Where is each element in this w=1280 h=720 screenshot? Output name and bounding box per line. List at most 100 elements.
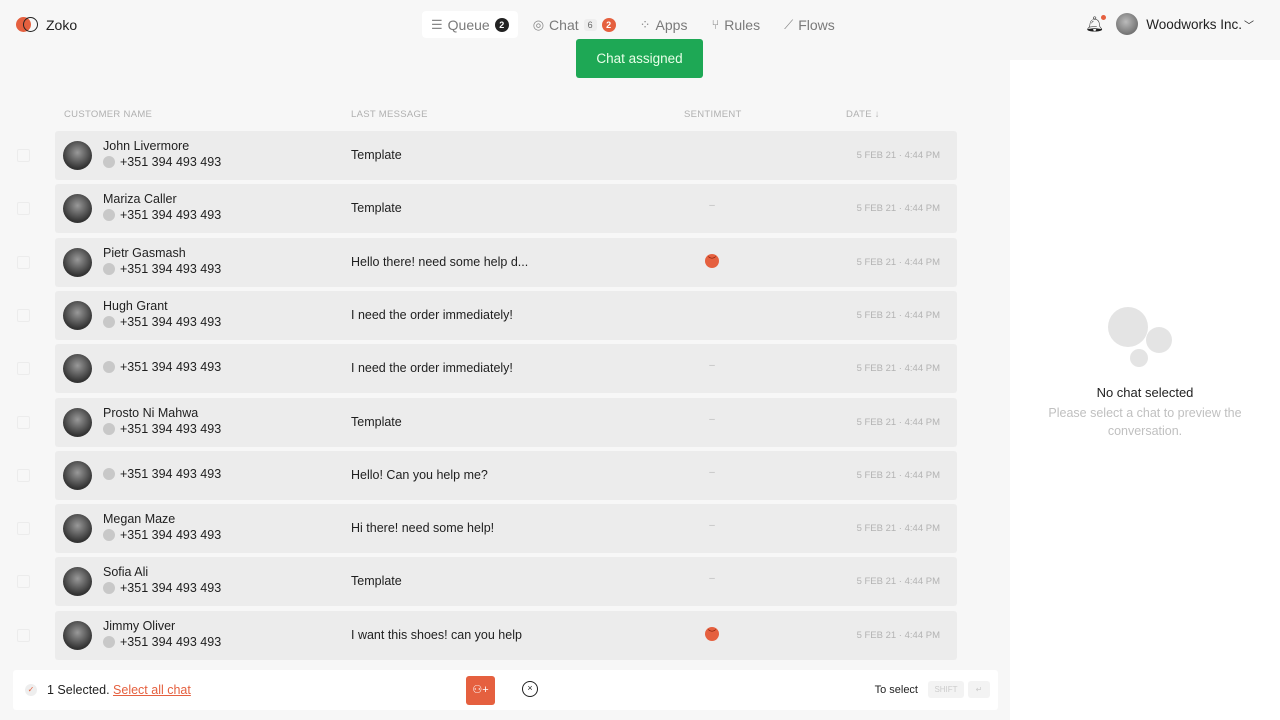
last-message: Template [351, 148, 402, 162]
table-row[interactable]: Jimmy Oliver +351 394 493 493 I want thi… [55, 610, 957, 660]
notification-bell-icon[interactable]: 🔔︎ [1085, 15, 1107, 33]
row-checkbox[interactable] [17, 255, 30, 269]
logo[interactable]: Zoko [16, 16, 77, 33]
row-checkbox[interactable] [17, 575, 30, 589]
message-date: 5 FEB 21 · 4:44 PM [856, 203, 940, 215]
customer-phone: +351 394 493 493 [103, 315, 221, 329]
table-row[interactable]: Megan Maze +351 394 493 493 Hi there! ne… [55, 504, 957, 554]
header-last-message[interactable]: LAST MESSAGE [351, 109, 428, 120]
nav-apps[interactable]: ⁘ Apps [631, 11, 697, 38]
sentiment-value [705, 307, 719, 321]
avatar [1116, 13, 1139, 35]
row-checkbox[interactable] [17, 468, 30, 482]
nav-chat[interactable]: ◎ Chat 6 2 [524, 11, 625, 38]
customer-phone: +351 394 493 493 [103, 262, 221, 276]
message-date: 5 FEB 21 · 4:44 PM [856, 150, 940, 161]
customer-name: John Livermore [103, 139, 190, 153]
sentiment-value: – [709, 520, 715, 532]
table-row[interactable]: +351 394 493 493 Hello! Can you help me?… [55, 450, 957, 500]
sentiment-value: – [709, 573, 715, 585]
table-row[interactable]: Mariza Caller +351 394 493 493 Template … [55, 184, 957, 234]
customer-name: Mariza Caller [103, 192, 177, 207]
close-chat-button[interactable]: × [522, 681, 538, 697]
avatar [63, 460, 92, 490]
customer-phone: +351 394 493 493 [103, 422, 221, 436]
empty-state-title: No chat selected [1096, 385, 1194, 400]
table-row[interactable]: +351 394 493 493 I need the order immedi… [55, 344, 957, 394]
apps-icon: ⁘ [639, 16, 651, 32]
last-message: I need the order immediately! [351, 361, 513, 376]
header-sentiment[interactable]: SENTIMENT [684, 109, 742, 120]
row-checkbox[interactable] [17, 628, 30, 642]
chat-badge: 2 [601, 17, 616, 32]
row-checkbox[interactable] [17, 149, 30, 162]
table-row[interactable]: Prosto Ni Mahwa +351 394 493 493 Templat… [55, 397, 957, 447]
nav-flows[interactable]: ⟋ Flows [775, 11, 844, 38]
avatar [63, 141, 92, 170]
phone-number: +351 394 493 493 [120, 261, 222, 276]
table-row[interactable]: Pietr Gasmash +351 394 493 493 Hello the… [55, 237, 957, 287]
nav-queue[interactable]: ☰ Queue 2 [422, 11, 518, 38]
app-name: Zoko [46, 16, 78, 33]
enter-key: ↵ [968, 681, 990, 698]
nav-label: Queue [447, 16, 490, 33]
angry-face-icon: ︶ [705, 253, 719, 268]
phone-number: +351 394 493 493 [120, 466, 222, 481]
customer-phone: +351 394 493 493 [103, 208, 221, 222]
header-customer-name[interactable]: CUSTOMER NAME [64, 109, 152, 120]
select-all-link[interactable]: Select all chat [113, 683, 191, 697]
phone-number: +351 394 493 493 [120, 155, 222, 169]
last-message: Hello there! need some help d... [351, 254, 529, 269]
whatsapp-icon [103, 635, 115, 648]
phone-number: +351 394 493 493 [120, 421, 222, 436]
message-date: 5 FEB 21 · 4:44 PM [856, 309, 940, 321]
row-checkbox[interactable] [17, 308, 30, 322]
customer-name: Megan Maze [103, 512, 176, 527]
header-date[interactable]: DATE ↓ [846, 109, 880, 120]
whatsapp-icon [103, 361, 115, 374]
sentiment-value: – [709, 360, 715, 372]
selected-check-icon[interactable]: ✓ [25, 684, 37, 696]
message-date: 5 FEB 21 · 4:44 PM [856, 256, 940, 268]
last-message: Hello! Can you help me? [351, 467, 488, 482]
whatsapp-icon [103, 315, 115, 328]
last-message: Hi there! need some help! [351, 521, 495, 536]
avatar [63, 567, 92, 597]
sentiment-value: – [709, 413, 715, 425]
chat-count: 6 [583, 18, 597, 31]
customer-phone: +351 394 493 493 [103, 155, 221, 169]
whatsapp-icon [103, 467, 115, 480]
table-row[interactable]: Sofia Ali +351 394 493 493 Template – 5 … [55, 557, 957, 607]
avatar [63, 247, 92, 277]
row-checkbox[interactable] [17, 522, 30, 536]
whatsapp-icon [103, 262, 115, 275]
account-name: Woodworks Inc. [1146, 16, 1242, 32]
chat-icon: ◎ [532, 16, 545, 32]
avatar [63, 620, 92, 650]
empty-state-subtitle: Please select a chat to preview the conv… [1048, 406, 1242, 438]
nav-rules[interactable]: ⑂ Rules [702, 11, 769, 38]
customer-name: Sofia Ali [103, 565, 149, 580]
chat-preview-panel: No chat selected Please select a chat to… [1010, 60, 1280, 720]
flows-icon: ⟋ [784, 16, 794, 32]
avatar [63, 300, 92, 330]
sentiment-value: – [709, 200, 715, 212]
account-menu[interactable]: Woodworks Inc. ﹀ [1116, 13, 1254, 35]
message-date: 5 FEB 21 · 4:44 PM [856, 523, 940, 535]
table-row[interactable]: Hugh Grant +351 394 493 493 I need the o… [55, 290, 957, 340]
avatar [63, 194, 92, 224]
row-checkbox[interactable] [17, 415, 30, 429]
last-message: Template [351, 574, 402, 589]
notification-dot [1101, 15, 1107, 20]
whatsapp-icon [103, 156, 115, 168]
assign-user-button[interactable]: ⚇+ [466, 676, 495, 705]
row-checkbox[interactable] [17, 202, 30, 216]
customer-phone: +351 394 493 493 [103, 467, 221, 481]
rules-icon: ⑂ [711, 17, 720, 32]
avatar [63, 354, 92, 384]
row-checkbox[interactable] [17, 362, 30, 376]
customer-name: Prosto Ni Mahwa [103, 405, 199, 420]
chat-bubbles-icon [1100, 307, 1180, 377]
chevron-down-icon: ﹀ [1244, 20, 1254, 32]
table-row[interactable]: John Livermore +351 394 493 493 Template… [55, 131, 957, 180]
